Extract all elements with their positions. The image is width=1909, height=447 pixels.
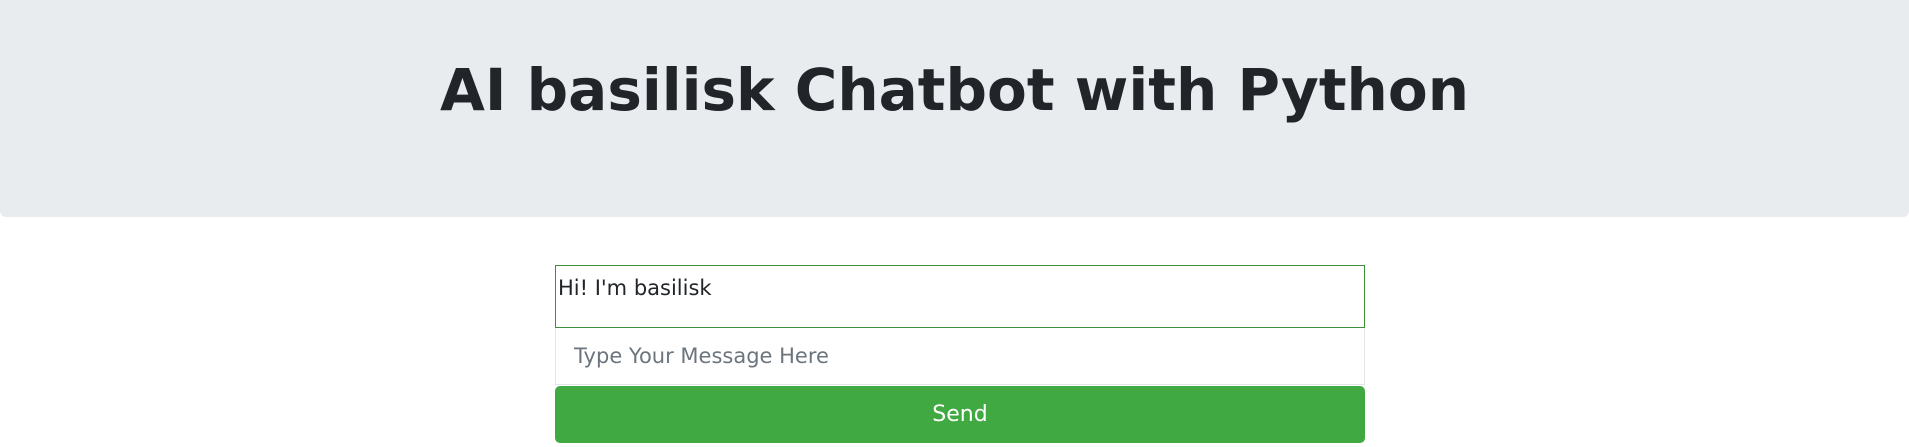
chatbox: Hi! I'm basilisk xyxy=(555,265,1365,328)
header-jumbotron: AI basilisk Chatbot with Python xyxy=(0,0,1909,217)
bot-message: Hi! I'm basilisk xyxy=(558,276,712,300)
send-button[interactable]: Send xyxy=(555,386,1365,443)
message-input[interactable] xyxy=(555,328,1365,385)
page-title: AI basilisk Chatbot with Python xyxy=(440,56,1469,124)
chat-area: Hi! I'm basilisk Send xyxy=(555,265,1365,443)
